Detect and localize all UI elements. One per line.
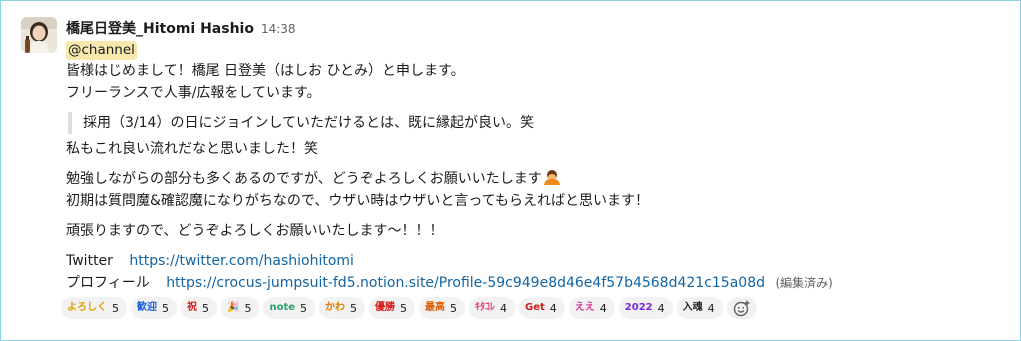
- reaction-count: 4: [707, 301, 715, 315]
- reaction-pill[interactable]: よろしく 5: [61, 297, 127, 319]
- reaction-count: 5: [202, 301, 209, 315]
- reaction-pill[interactable]: 2022 4: [618, 297, 673, 319]
- twitter-link[interactable]: https://twitter.com/hashiohitomi: [129, 253, 354, 269]
- note-emoji: note: [269, 302, 296, 313]
- reaction-count: 5: [162, 301, 169, 315]
- yusho-emoji: 優勝: [375, 302, 396, 313]
- message: 橋尾日登美_Hitomi Hashio 14:38 @channel 皆様はじめ…: [61, 18, 996, 319]
- bowing-person-emoji: [543, 170, 560, 185]
- kawaii-emoji: かわ: [325, 302, 346, 313]
- saiko-emoji: 最高: [425, 302, 446, 313]
- reaction-count: 5: [350, 301, 358, 315]
- ee-emoji: ええ: [574, 302, 595, 313]
- message-line: フリーランスで人事/広報をしています。: [66, 85, 321, 101]
- message-timestamp[interactable]: 14:38: [261, 22, 296, 36]
- block-quote: 採用（3/14）の日にジョインしていただけるとは、既に縁起が良い。笑: [68, 112, 996, 134]
- reaction-count: 5: [244, 301, 252, 315]
- message-line: 初期は質問魔&確認魔になりがちなので、ウザい時はウザいと言ってもらえればと思いま…: [66, 193, 649, 209]
- message-line: 勉強しながらの部分も多くあるのですが、どうぞよろしくお願いいたします: [66, 168, 996, 190]
- message-line: 私もこれ良い流れだなと思いました！笑: [66, 141, 318, 157]
- reaction-count: 4: [657, 301, 665, 315]
- party-popper-emoji: 🎉: [227, 302, 240, 313]
- profile-label: プロフィール: [66, 275, 150, 291]
- nyukon-emoji: 入魂: [682, 302, 703, 313]
- reaction-pill[interactable]: 最高 5: [419, 297, 466, 319]
- reaction-count: 4: [549, 301, 557, 315]
- channel-mention[interactable]: @channel: [66, 41, 137, 60]
- yoroshiku-emoji: よろしく: [67, 302, 107, 313]
- reaction-pill[interactable]: 歓迎 5: [131, 297, 177, 319]
- kangei-emoji: 歓迎: [137, 302, 157, 313]
- reaction-count: 5: [112, 301, 119, 315]
- message-text: 勉強しながらの部分も多くあるのですが、どうぞよろしくお願いいたします: [66, 171, 542, 187]
- 2022-emoji: 2022: [624, 302, 653, 313]
- profile-row: プロフィール https://crocus-jumpsuit-fd5.notio…: [66, 272, 996, 294]
- message-line: 皆様はじめまして！橋尾 日登美（はしお ひとみ）と申します。: [66, 63, 465, 79]
- iwai-emoji: 祝: [187, 302, 197, 313]
- message-line: 頑張りますので、どうぞよろしくお願いいたします〜！！！: [66, 223, 444, 239]
- twitter-label: Twitter: [66, 253, 113, 269]
- reaction-pill[interactable]: Get 4: [519, 297, 565, 319]
- profile-link[interactable]: https://crocus-jumpsuit-fd5.notion.site/…: [166, 275, 765, 291]
- author-name[interactable]: 橋尾日登美_Hitomi Hashio: [66, 18, 254, 38]
- kitakore-emoji: ｷﾀｺﾚ: [475, 302, 496, 313]
- reaction-pill[interactable]: ｷﾀｺﾚ 4: [469, 297, 516, 319]
- reaction-pill[interactable]: 🎉 5: [221, 297, 260, 319]
- message-header: 橋尾日登美_Hitomi Hashio 14:38: [66, 18, 996, 38]
- add-emoji-icon: [733, 300, 750, 317]
- reaction-count: 5: [400, 301, 408, 315]
- avatar-image: [21, 17, 57, 53]
- reaction-count: 5: [450, 301, 458, 315]
- edited-label: (編集済み): [775, 276, 833, 290]
- reaction-pill[interactable]: かわ 5: [319, 297, 366, 319]
- user-avatar[interactable]: [21, 17, 57, 53]
- reaction-count: 4: [599, 301, 607, 315]
- reaction-pill[interactable]: 優勝 5: [369, 297, 416, 319]
- reaction-pill[interactable]: 祝5: [181, 297, 217, 319]
- reaction-count: 4: [500, 301, 508, 315]
- reaction-pill[interactable]: 入魂 4: [676, 297, 723, 319]
- reaction-pill[interactable]: ええ 4: [568, 297, 615, 319]
- add-reaction-button[interactable]: [726, 297, 757, 319]
- reaction-pill[interactable]: note 5: [263, 297, 316, 319]
- reactions-bar: よろしく 5 歓迎 5 祝 5 🎉 5 note 5 かわ 5 優勝 5 最高 5 ｷﾀｺﾚ 4 Get 4 ええ 4 20…: [61, 297, 996, 319]
- twitter-row: Twitter https://twitter.com/hashiohitomi: [66, 250, 996, 272]
- get-emoji: Get: [525, 302, 545, 313]
- reaction-count: 5: [300, 301, 308, 315]
